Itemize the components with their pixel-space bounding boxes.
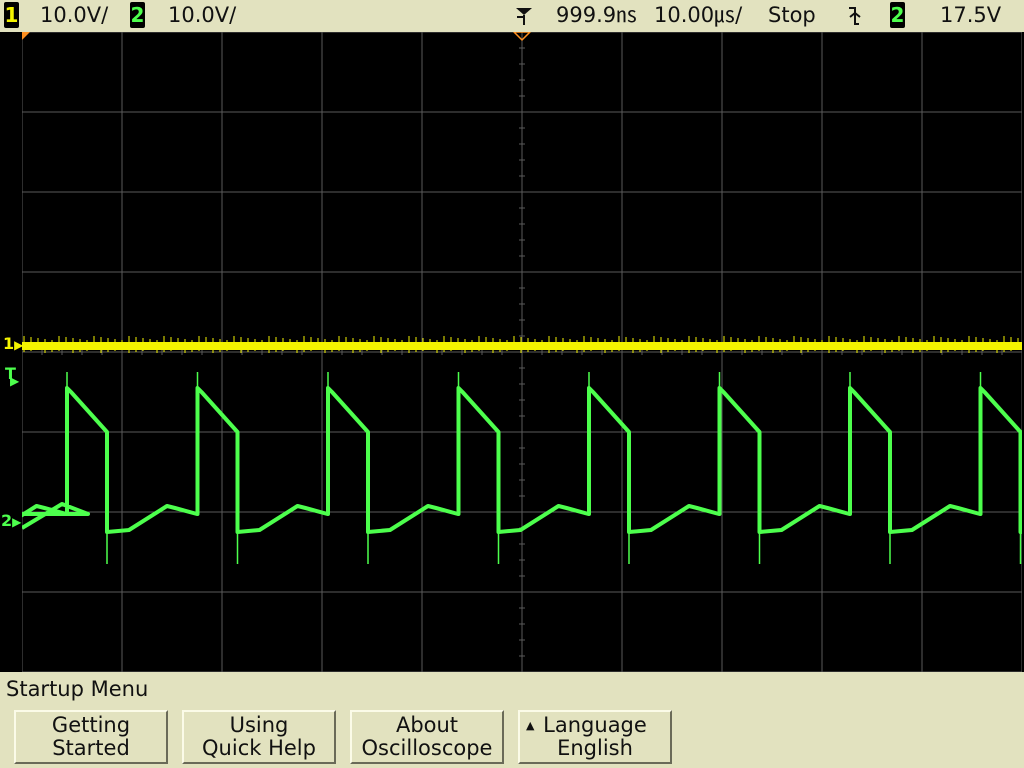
up-triangle-icon: ▲ <box>526 719 535 732</box>
channel-1-scale[interactable]: 10.0V/ <box>40 3 108 27</box>
softkey-label-line2: English <box>557 736 633 760</box>
trigger-level-arrow-icon: ▶ <box>10 374 20 388</box>
softkey-menu: Startup Menu Getting Started Using Quick… <box>0 672 1024 768</box>
waveform-display[interactable] <box>22 32 1022 672</box>
softkey-label-line1: Using <box>229 713 289 737</box>
channel-1-marker-label: 1 <box>3 334 15 353</box>
channel-1-badge[interactable]: 1 <box>4 2 19 28</box>
softkey-label-line2: Oscilloscope <box>361 736 493 760</box>
menu-title: Startup Menu <box>6 677 149 701</box>
softkey-label-line1: Language <box>543 713 647 737</box>
quick-help-softkey[interactable]: Using Quick Help <box>182 710 336 764</box>
status-bar: 1 10.0V/ 2 10.0V/ 999.9㎱ 10.00㎲/ Stop 2 … <box>0 0 1024 32</box>
falling-edge-trigger-icon <box>843 5 863 27</box>
left-edge-marker <box>22 32 30 40</box>
delay-reference-icon <box>514 5 534 27</box>
softkey-label-line1: About <box>395 713 459 737</box>
channel-2-badge[interactable]: 2 <box>130 2 145 28</box>
graticule-grid <box>22 32 1022 672</box>
channel-2-marker-label: 2 <box>1 511 13 530</box>
horizontal-delay[interactable]: 999.9㎱ <box>556 3 637 27</box>
timebase[interactable]: 10.00㎲/ <box>654 3 742 27</box>
run-state[interactable]: Stop <box>768 3 816 27</box>
softkey-label-line2: Started <box>52 736 130 760</box>
getting-started-softkey[interactable]: Getting Started <box>14 710 168 764</box>
channel-2-scale[interactable]: 10.0V/ <box>168 3 236 27</box>
about-oscilloscope-softkey[interactable]: About Oscilloscope <box>350 710 504 764</box>
channel-1-line <box>22 342 1022 350</box>
trigger-source-badge[interactable]: 2 <box>890 2 905 28</box>
channel-1-ground-marker[interactable]: 1▶ <box>3 336 23 353</box>
channel-2-ground-marker[interactable]: 2▶ <box>1 513 21 530</box>
softkey-label-line2: Quick Help <box>202 736 316 760</box>
language-softkey[interactable]: ▲ Language English <box>518 710 672 764</box>
graticule <box>22 32 1022 672</box>
trigger-level[interactable]: 17.5V <box>940 3 1001 27</box>
softkey-label-line1: Getting <box>51 713 131 737</box>
